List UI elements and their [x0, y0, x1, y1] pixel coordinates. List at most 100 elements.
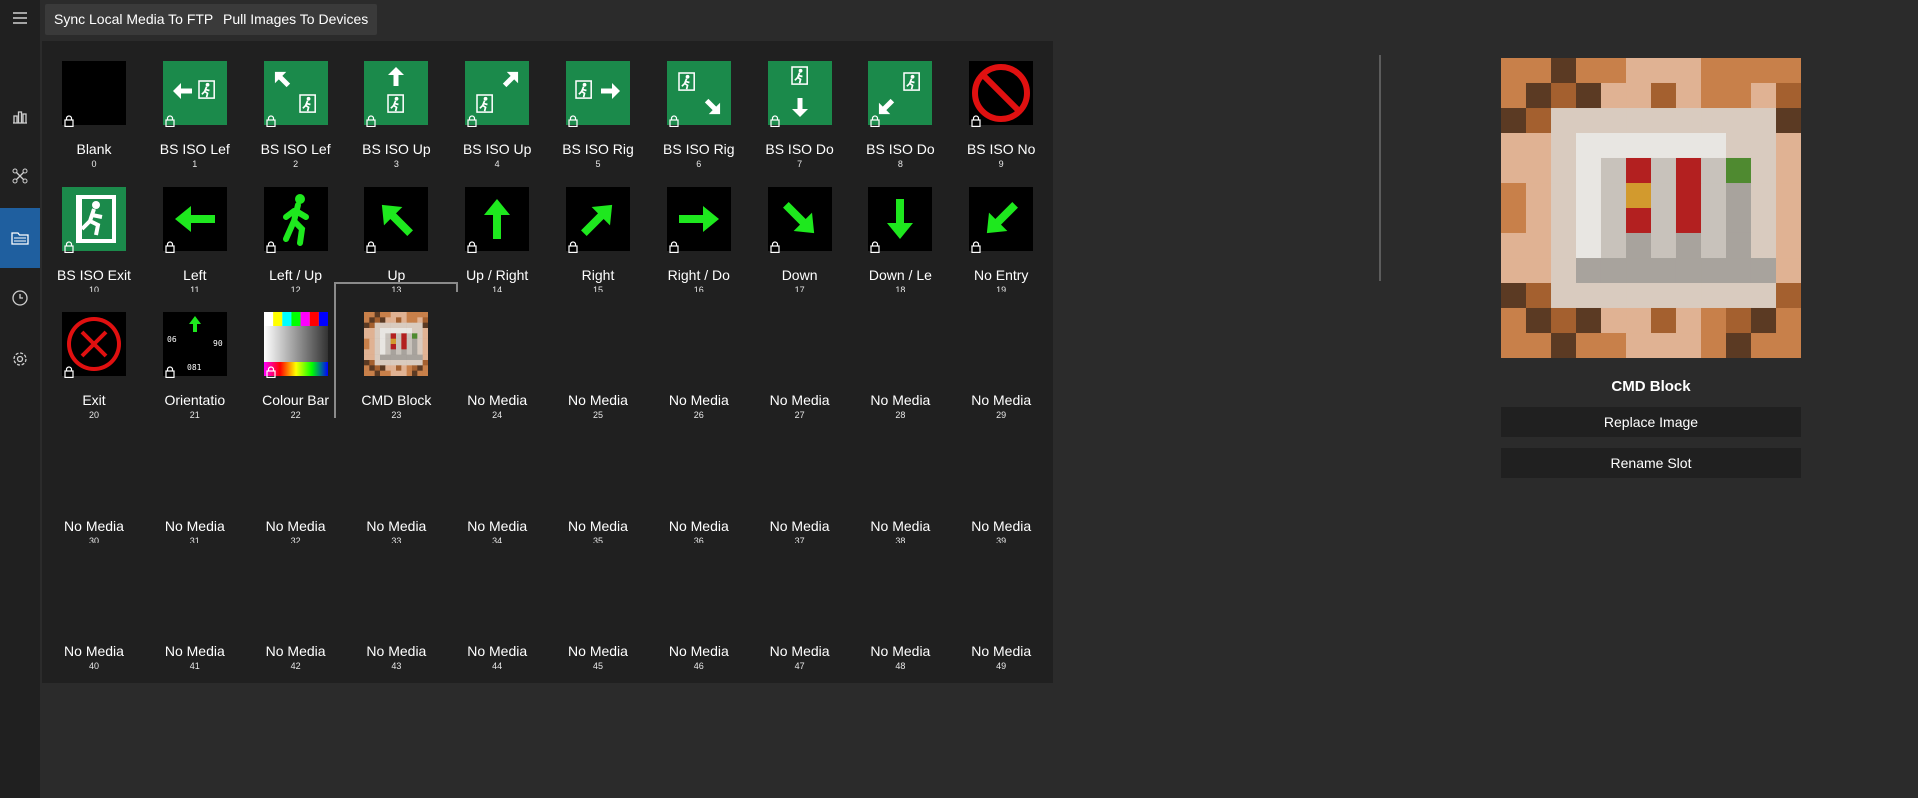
- settings-icon: [13, 352, 27, 366]
- slot-name: No Media: [971, 392, 1032, 408]
- slot-name: BS ISO Rig: [663, 141, 735, 157]
- lock-icon: [971, 115, 981, 127]
- media-slot-23[interactable]: CMD Block 23: [334, 282, 459, 442]
- media-slot-10[interactable]: BS ISO Exit 10: [42, 166, 146, 307]
- media-slot-40[interactable]: No Media 40: [42, 543, 146, 683]
- lock-icon: [870, 115, 880, 127]
- media-slot-33[interactable]: No Media 33: [344, 417, 449, 558]
- media-slot-29[interactable]: No Media 29: [949, 292, 1054, 432]
- slot-index: 43: [391, 661, 402, 671]
- media-slot-7[interactable]: BS ISO Do 7: [747, 41, 852, 181]
- media-slot-30[interactable]: No Media 30: [42, 417, 146, 558]
- media-slot-31[interactable]: No Media 31: [142, 417, 247, 558]
- media-slot-48[interactable]: No Media 48: [848, 543, 953, 683]
- slot-name: No Media: [164, 643, 225, 659]
- media-slot-16[interactable]: Right / Do 16: [646, 166, 751, 307]
- slot-index: 46: [693, 661, 704, 671]
- media-slot-3[interactable]: BS ISO Up 3: [344, 41, 449, 181]
- slot-name: No Media: [668, 392, 729, 408]
- media-slot-13[interactable]: Up 13: [344, 166, 449, 307]
- svg-text:90: 90: [213, 339, 223, 348]
- media-slot-42[interactable]: No Media 42: [243, 543, 348, 683]
- media-slot-21[interactable]: 06 90 081 Orientatio 21: [142, 292, 247, 432]
- slot-name: No Media: [668, 517, 729, 534]
- media-slot-22[interactable]: Colour Bar 22: [243, 292, 348, 432]
- media-icon: [11, 232, 29, 245]
- media-slot-15[interactable]: Right 15: [546, 166, 650, 307]
- slot-name: Up: [387, 266, 406, 283]
- media-slot-47[interactable]: No Media 47: [747, 543, 852, 683]
- slot-name: No Media: [164, 517, 225, 534]
- media-slot-39[interactable]: No Media 39: [949, 417, 1054, 558]
- nav-item-network[interactable]: [0, 146, 40, 206]
- slot-name: No Media: [568, 392, 628, 408]
- slot-name: BS ISO Exit: [57, 266, 131, 283]
- slot-name: No Media: [870, 643, 931, 659]
- lock-icon: [366, 115, 376, 127]
- media-slot-17[interactable]: Down 17: [747, 166, 852, 307]
- media-slot-38[interactable]: No Media 38: [848, 417, 953, 558]
- thumbnail-image: [364, 312, 429, 376]
- media-slot-14[interactable]: Up / Right 14: [445, 166, 550, 307]
- media-slot-2[interactable]: BS ISO Lef 2: [243, 41, 348, 181]
- sync-ftp-button[interactable]: Sync Local Media To FTP: [45, 4, 223, 35]
- media-slot-1[interactable]: BS ISO Lef 1: [142, 41, 247, 181]
- lock-icon: [265, 115, 276, 127]
- toolbar: Sync Local Media To FTP Pull Images To D…: [40, 0, 1918, 40]
- slot-name: Left / Up: [269, 266, 323, 283]
- nav-item-stats[interactable]: [0, 86, 40, 146]
- slot-index: 48: [895, 661, 906, 671]
- media-slot-8[interactable]: BS ISO Do 8: [848, 41, 953, 181]
- slot-name: BS ISO Do: [765, 141, 834, 157]
- media-slot-35[interactable]: No Media 35: [546, 417, 650, 558]
- slot-name: No Media: [769, 643, 830, 659]
- media-slot-24[interactable]: No Media 24: [445, 292, 550, 432]
- menu-button[interactable]: [0, 0, 40, 36]
- media-slot-37[interactable]: No Media 37: [747, 417, 852, 558]
- media-slot-11[interactable]: Left 11: [142, 166, 247, 307]
- media-slot-0[interactable]: Blank 0: [42, 41, 146, 181]
- media-slot-45[interactable]: No Media 45: [546, 543, 650, 683]
- rename-slot-button[interactable]: Rename Slot: [1501, 448, 1801, 478]
- media-slot-20[interactable]: Exit 20: [42, 292, 146, 432]
- media-slot-36[interactable]: No Media 36: [646, 417, 751, 558]
- slot-name: Colour Bar: [262, 392, 330, 408]
- stats-icon: [13, 111, 27, 124]
- slot-index: 42: [290, 661, 301, 671]
- media-slot-9[interactable]: BS ISO No 9: [949, 41, 1054, 181]
- svg-text:06: 06: [167, 335, 177, 344]
- media-slot-6[interactable]: BS ISO Rig 6: [646, 41, 751, 181]
- media-slot-27[interactable]: No Media 27: [747, 292, 852, 432]
- slot-index: 45: [592, 661, 603, 671]
- media-slot-4[interactable]: BS ISO Up 4: [445, 41, 550, 181]
- media-slot-34[interactable]: No Media 34: [445, 417, 550, 558]
- nav-item-settings[interactable]: [0, 329, 40, 389]
- slot-index: 47: [794, 661, 805, 671]
- media-grid: Blank 0 BS ISO Lef 1 BS ISO Lef 2 BS ISO Up 3 BS…: [42, 41, 1266, 798]
- lock-icon: [769, 240, 780, 253]
- media-slot-32[interactable]: No Media 32: [243, 417, 348, 558]
- nav-item-media[interactable]: [0, 208, 40, 268]
- media-slot-28[interactable]: No Media 28: [848, 292, 953, 432]
- slot-name: No Media: [366, 517, 427, 534]
- media-slot-41[interactable]: No Media 41: [142, 543, 247, 683]
- lock-icon: [165, 115, 175, 127]
- media-slot-46[interactable]: No Media 46: [646, 543, 751, 683]
- pull-images-button[interactable]: Pull Images To Devices: [214, 4, 378, 35]
- lock-icon: [366, 240, 376, 253]
- media-slot-18[interactable]: Down / Le 18: [848, 166, 953, 307]
- media-slot-49[interactable]: No Media 49: [949, 543, 1054, 683]
- media-slot-43[interactable]: No Media 43: [344, 543, 449, 683]
- media-slot-19[interactable]: No Entry 19: [949, 166, 1054, 307]
- media-slot-12[interactable]: Left / Up 12: [243, 166, 348, 307]
- lock-icon: [265, 366, 276, 378]
- panel-splitter[interactable]: [1379, 55, 1381, 281]
- media-slot-25[interactable]: No Media 25: [546, 292, 650, 432]
- slot-name: No Media: [265, 517, 326, 534]
- media-slot-5[interactable]: BS ISO Rig 5: [546, 41, 650, 181]
- media-slot-44[interactable]: No Media 44: [445, 543, 550, 683]
- slot-name: Down / Le: [868, 266, 932, 283]
- media-slot-26[interactable]: No Media 26: [646, 292, 751, 432]
- replace-image-button[interactable]: Replace Image: [1501, 407, 1801, 437]
- nav-item-history[interactable]: [0, 268, 40, 328]
